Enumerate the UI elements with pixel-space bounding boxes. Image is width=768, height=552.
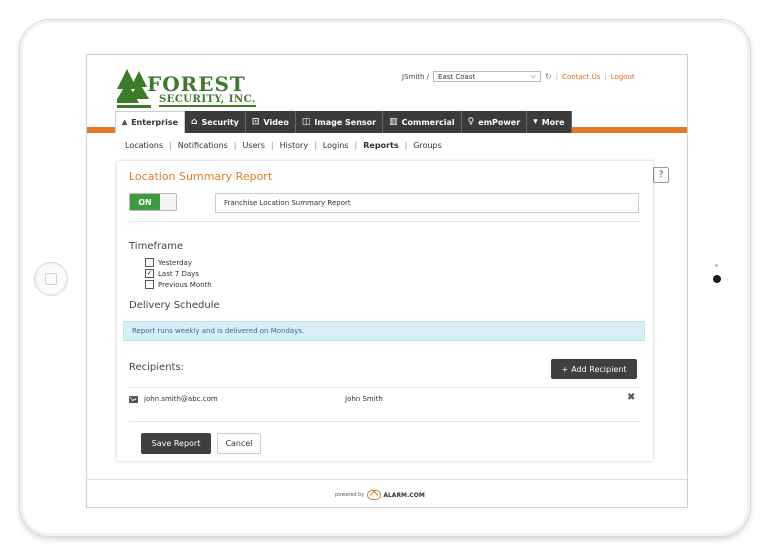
tab-label: emPower xyxy=(478,117,521,127)
report-title: Location Summary Report xyxy=(129,170,273,183)
alarm-com-logo: ALARM.COM xyxy=(367,490,425,500)
contact-us-link[interactable]: Contact Us xyxy=(562,73,600,81)
tree-logo-icon xyxy=(117,69,151,108)
forest-security-logo: FOREST SECURITY, INC. xyxy=(117,67,256,117)
subnav-notifications[interactable]: Notifications xyxy=(178,141,228,150)
option-label: Last 7 Days xyxy=(158,269,199,278)
cancel-button[interactable]: Cancel xyxy=(217,433,261,454)
separator: | xyxy=(555,72,559,81)
recipients-heading: Recipients: xyxy=(129,362,185,373)
logout-link[interactable]: Logout xyxy=(611,73,635,81)
timeframe-option-last-7-days[interactable]: ✓ Last 7 Days xyxy=(145,269,199,278)
recipient-name: John Smith xyxy=(345,395,383,403)
image-sensor-icon: ◫ xyxy=(301,117,311,127)
save-report-button[interactable]: Save Report xyxy=(141,433,211,454)
checkbox-checked[interactable]: ✓ xyxy=(145,269,154,278)
tab-commercial[interactable]: ▥ Commercial xyxy=(383,111,462,133)
option-label: Yesterday xyxy=(158,258,192,267)
envelope-icon xyxy=(129,395,138,403)
lightbulb-icon: ♀ xyxy=(467,117,475,127)
username-label: JSmith / xyxy=(402,72,430,81)
subnav-groups[interactable]: Groups xyxy=(413,141,442,150)
logo-title: FOREST xyxy=(147,72,246,96)
add-recipient-button[interactable]: + Add Recipient xyxy=(551,359,637,379)
refresh-icon[interactable]: ↻ xyxy=(545,72,552,81)
report-name-input[interactable]: Franchise Location Summary Report xyxy=(215,193,639,213)
divider xyxy=(129,421,641,422)
alarm-com-brand: ALARM.COM xyxy=(383,491,425,499)
separator: | xyxy=(604,72,607,81)
tab-image-sensor[interactable]: ◫ Image Sensor xyxy=(295,111,384,133)
help-button[interactable]: ? xyxy=(653,167,669,183)
toggle-knob xyxy=(160,194,176,210)
plus-icon: + xyxy=(561,364,569,374)
home-button[interactable] xyxy=(34,262,68,296)
subnav-logins[interactable]: Logins xyxy=(323,141,349,150)
main-tabs: ⩓ Enterprise ⌂ Security ⊡ Video ◫ Image … xyxy=(115,111,572,133)
checkbox[interactable] xyxy=(145,280,154,289)
sub-navigation: Locations | Notifications | Users | History… xyxy=(125,141,442,150)
tab-label: Video xyxy=(263,117,289,127)
tab-more[interactable]: ▾ More xyxy=(527,111,572,133)
subnav-reports[interactable]: Reports xyxy=(363,141,398,150)
separator: | xyxy=(404,141,408,150)
option-label: Previous Month xyxy=(158,280,212,289)
report-enabled-toggle[interactable]: ON xyxy=(129,193,177,211)
separator: | xyxy=(233,141,237,150)
delivery-schedule-heading: Delivery Schedule xyxy=(129,300,220,311)
recipient-email-text: john.smith@abc.com xyxy=(144,395,218,403)
separator: | xyxy=(314,141,317,150)
commercial-icon: ▥ xyxy=(389,117,398,127)
user-bar: JSmith / East Coast ⌵ ↻ | Contact Us | L… xyxy=(402,71,635,82)
site-select[interactable]: East Coast ⌵ xyxy=(433,71,542,82)
powered-by: powered by ALARM.COM xyxy=(335,490,425,500)
powered-by-text: powered by xyxy=(335,492,365,498)
timeframe-option-previous-month[interactable]: Previous Month xyxy=(145,280,212,289)
timeframe-option-yesterday[interactable]: Yesterday xyxy=(145,258,192,267)
logo-subtitle: SECURITY, INC. xyxy=(159,94,256,107)
footer: powered by ALARM.COM xyxy=(87,479,687,507)
subnav-history[interactable]: History xyxy=(280,141,308,150)
enterprise-icon: ⩓ xyxy=(122,117,128,128)
tab-video[interactable]: ⊡ Video xyxy=(245,111,296,133)
camera xyxy=(713,275,721,283)
caret-down-icon: ▾ xyxy=(533,117,538,127)
report-panel: Location Summary Report ON Franchise Loc… xyxy=(117,161,653,461)
tab-empower[interactable]: ♀ emPower xyxy=(461,111,528,133)
divider xyxy=(129,387,641,388)
home-icon: ⌂ xyxy=(191,117,198,127)
separator: | xyxy=(169,141,172,150)
video-icon: ⊡ xyxy=(251,117,260,127)
tab-enterprise[interactable]: ⩓ Enterprise xyxy=(115,111,186,133)
tab-security[interactable]: ⌂ Security xyxy=(185,111,246,133)
separator: | xyxy=(354,141,358,150)
screen: FOREST SECURITY, INC. JSmith / East Coas… xyxy=(86,54,688,508)
tab-label: More xyxy=(541,117,565,127)
chevron-down-icon: ⌵ xyxy=(530,72,537,80)
toggle-label: ON xyxy=(130,194,160,210)
tab-label: Security xyxy=(201,117,239,127)
add-recipient-label: Add Recipient xyxy=(571,364,627,374)
subnav-locations[interactable]: Locations xyxy=(125,141,163,150)
timeframe-heading: Timeframe xyxy=(129,241,184,252)
delivery-info-alert: Report runs weekly and is delivered on M… xyxy=(123,321,645,341)
remove-recipient-icon[interactable]: ✖ xyxy=(627,392,635,403)
checkbox[interactable] xyxy=(145,258,154,267)
site-select-value: East Coast xyxy=(438,72,476,81)
recipient-email: john.smith@abc.com xyxy=(129,395,218,403)
tab-label: Image Sensor xyxy=(314,117,377,127)
separator: | xyxy=(270,141,274,150)
subnav-users[interactable]: Users xyxy=(243,141,265,150)
divider xyxy=(129,221,641,222)
alarm-com-mark-icon xyxy=(367,490,382,500)
tab-label: Enterprise xyxy=(131,118,179,127)
tab-label: Commercial xyxy=(401,117,455,127)
camera-sensor xyxy=(715,264,718,267)
